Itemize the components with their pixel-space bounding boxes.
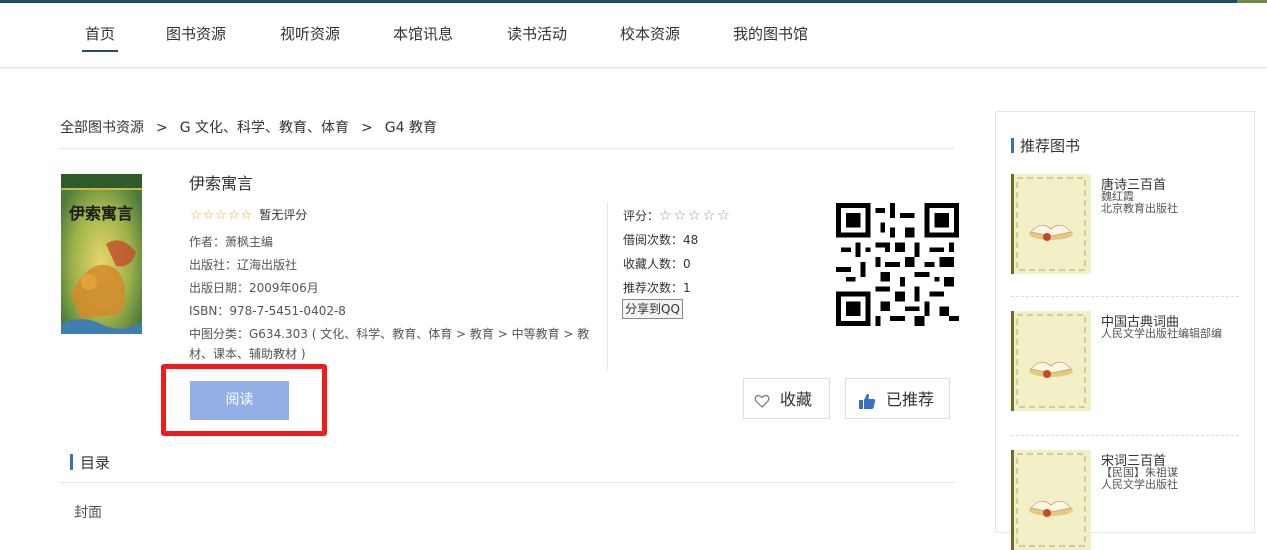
breadcrumb-all-books[interactable]: 全部图书资源 [60,120,144,136]
sidebar-title: 推荐图书 [1020,137,1081,155]
vertical-divider [607,202,608,370]
nav-my-library[interactable]: 我的图书馆 [733,23,808,44]
recommend-book-publisher: 北京教育出版社 [1101,202,1178,215]
top-nav: 首页 图书资源 视听资源 本馆讯息 读书活动 校本资源 我的图书馆 [0,3,1267,68]
toc-title: 目录 [80,454,111,472]
breadcrumb-separator: > [361,120,373,136]
nav-reading-events[interactable]: 读书活动 [507,23,567,44]
qr-code [836,203,959,326]
breadcrumb-category-g[interactable]: G 文化、科学、教育、体育 [180,120,349,136]
rating-text: 暂无评分 [259,208,308,222]
recommended-label: 已推荐 [886,390,935,409]
book-thumbnail[interactable] [1011,174,1091,274]
nav-home[interactable]: 首页 [81,23,119,52]
favorite-count: 收藏人数：0 [623,257,691,271]
nav-school-resources[interactable]: 校本资源 [620,23,680,44]
score-row: 评分：☆☆☆☆☆ [623,207,732,224]
recommend-book-author: 人民文学出版社编辑部编 [1101,327,1222,340]
nav-book-resources[interactable]: 图书资源 [166,23,226,44]
divider [1011,435,1239,436]
heart-icon [754,394,770,408]
toc-accent-bar [70,454,73,470]
favorite-label: 收藏 [780,390,813,409]
score-stars-icon[interactable]: ☆☆☆☆☆ [659,208,732,224]
book-pub-date: 出版日期：2009年06月 [189,281,319,295]
nav-av-resources[interactable]: 视听资源 [280,23,340,44]
cover-title-text: 伊索寓言 [68,204,133,223]
divider [60,148,955,149]
sidebar-accent-bar [1011,138,1014,153]
breadcrumb-category-g4[interactable]: G4 教育 [385,120,437,136]
score-label: 评分： [623,209,660,223]
recommend-count: 推荐次数：1 [623,281,691,295]
recommended-button[interactable]: 已推荐 [845,378,950,419]
rating-row: ☆☆☆☆☆ 暂无评分 [190,206,307,223]
book-publisher: 出版社：辽海出版社 [189,258,298,272]
book-classification: 中图分类：G634.303 ( 文化、科学、教育、体育 > 教育 > 中等教育 … [189,327,590,361]
breadcrumb-separator: > [156,120,168,136]
nav-library-news[interactable]: 本馆讯息 [393,23,453,44]
borrow-count: 借阅次数：48 [623,233,699,247]
recommend-sidebar: 推荐图书 唐诗三百首 魏红霞 北京教育出版社 中国古典词曲 人民文学出版社编辑部… [995,111,1255,550]
book-title: 伊索寓言 [189,174,254,193]
book-cover[interactable]: 伊索寓言 [61,174,142,334]
breadcrumb: 全部图书资源 > G 文化、科学、教育、体育 > G4 教育 [60,117,437,137]
thumbs-up-icon [859,393,876,409]
book-author: 作者：萧枫主编 [189,235,274,249]
divider [1011,296,1239,297]
recommend-book-publisher: 人民文学出版社 [1101,478,1178,491]
favorite-button[interactable]: 收藏 [743,378,830,419]
divider [60,482,955,483]
rating-stars-icon: ☆☆☆☆☆ [190,208,254,223]
book-thumbnail[interactable] [1011,311,1091,411]
book-thumbnail[interactable] [1011,450,1091,550]
share-qq-button[interactable]: 分享到QQ [622,299,683,319]
book-isbn: ISBN：978-7-5451-0402-8 [189,304,346,318]
read-button[interactable]: 阅读 [190,381,289,420]
toc-item[interactable]: 封面 [74,502,102,522]
